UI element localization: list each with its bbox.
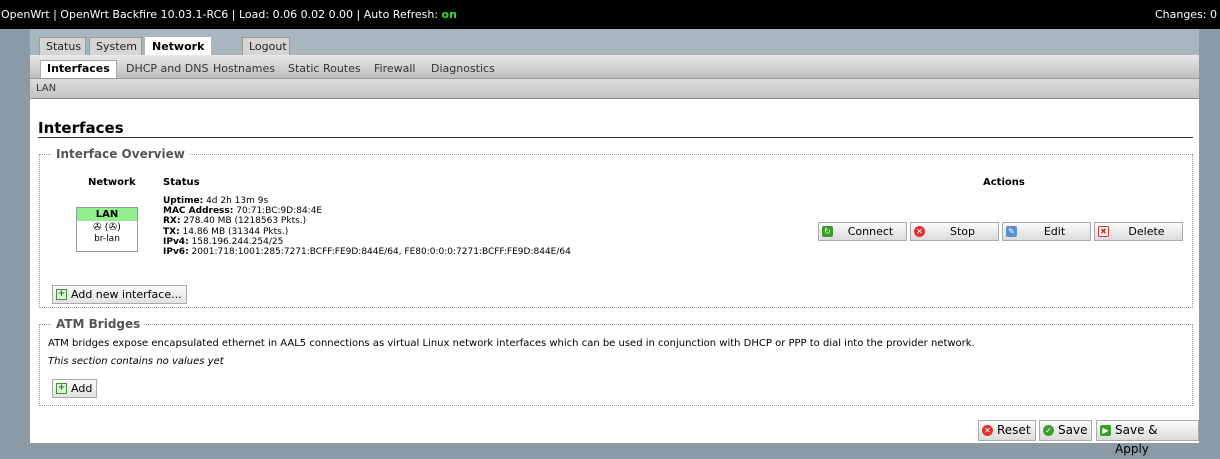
system-info-line: OpenWrt | OpenWrt Backfire 10.03.1-RC6 |… xyxy=(1,8,457,21)
status-tx: TX: 14.86 MB (31344 Pkts.) xyxy=(163,227,571,237)
subtab-dhcp-dns[interactable]: DHCP and DNS xyxy=(120,61,214,79)
network-badge-lan[interactable]: LAN ✇ (✇) br-lan xyxy=(76,207,138,252)
tab-network[interactable]: Network xyxy=(145,37,211,55)
column-header-network: Network xyxy=(88,177,136,188)
status-ipv6: IPv6: 2001:718:1001:285:7271:BCFF:FE9D:8… xyxy=(163,247,571,257)
apply-icon: ▶ xyxy=(1100,425,1111,436)
save-label: Save xyxy=(1058,423,1088,437)
atm-bridges-section: ATM Bridges ATM bridges expose encapsula… xyxy=(39,317,1193,406)
ethernet-icon: ✇ (✇) xyxy=(93,222,121,233)
stop-label: Stop xyxy=(949,225,975,238)
add-new-interface-button[interactable]: + Add new interface... xyxy=(52,285,187,304)
add-atm-bridge-button[interactable]: + Add xyxy=(52,379,98,398)
add-label: Add xyxy=(71,382,93,395)
uptime-label: Uptime: xyxy=(163,196,204,206)
reset-icon: ✕ xyxy=(982,425,993,436)
tab-status[interactable]: Status xyxy=(39,37,86,55)
network-name: LAN xyxy=(77,208,137,221)
interface-status: Uptime: 4d 2h 13m 9s MAC Address: 70:71:… xyxy=(163,196,571,257)
atm-description: ATM bridges expose encapsulated ethernet… xyxy=(48,338,975,349)
ipv6-value: 2001:718:1001:285:7271:BCFF:FE9D:844E/64… xyxy=(188,247,571,258)
save-apply-label: Save & Apply xyxy=(1115,423,1158,456)
stop-button[interactable]: ✕ Stop xyxy=(910,222,999,241)
interface-tab-lan[interactable]: LAN xyxy=(36,83,56,94)
tab-system[interactable]: System xyxy=(89,37,142,55)
section-legend: ATM Bridges xyxy=(52,317,145,331)
empty-section-note: This section contains no values yet xyxy=(48,356,224,367)
column-header-status: Status xyxy=(163,177,200,188)
connect-label: Connect xyxy=(847,225,894,238)
title-divider xyxy=(38,137,1193,138)
status-rx: RX: 278.40 MB (1218563 Pkts.) xyxy=(163,216,571,226)
edit-button[interactable]: ✎ Edit xyxy=(1002,222,1091,241)
ipv6-label: IPv6: xyxy=(163,247,189,258)
save-button[interactable]: ✓ Save xyxy=(1039,420,1093,441)
add-icon: + xyxy=(56,289,67,300)
device-name: br-lan xyxy=(94,234,120,244)
sub-tab-bar: Interfaces DHCP and DNS Hostnames Static… xyxy=(30,55,1199,79)
reset-label: Reset xyxy=(997,423,1031,437)
rx-value: 278.40 MB (1218563 Pkts.) xyxy=(180,216,307,227)
main-frame: Status System Network Logout Interfaces … xyxy=(30,29,1199,456)
delete-label: Delete xyxy=(1128,225,1165,238)
subtab-interfaces[interactable]: Interfaces xyxy=(40,60,117,78)
save-apply-button[interactable]: ▶ Save & Apply xyxy=(1096,420,1199,456)
system-info-text: OpenWrt | OpenWrt Backfire 10.03.1-RC6 |… xyxy=(1,8,442,21)
page-content: Interfaces Interface Overview Network St… xyxy=(30,99,1199,456)
interface-tab-bar: LAN xyxy=(30,79,1199,99)
ipv4-value: 158.196.244.254/25 xyxy=(188,236,284,247)
tab-logout[interactable]: Logout xyxy=(242,37,290,55)
edit-label: Edit xyxy=(1043,225,1066,238)
interface-overview-section: Interface Overview Network Status Action… xyxy=(39,147,1193,308)
auto-refresh-toggle[interactable]: on xyxy=(442,8,457,21)
mac-label: MAC Address: xyxy=(163,206,234,217)
subtab-static-routes[interactable]: Static Routes xyxy=(282,61,367,79)
rx-label: RX: xyxy=(163,216,181,227)
subtab-hostnames[interactable]: Hostnames xyxy=(207,61,281,79)
status-mac: MAC Address: 70:71:BC:9D:84:4E xyxy=(163,206,571,216)
save-check-icon: ✓ xyxy=(1043,425,1054,436)
main-tab-bar: Status System Network Logout xyxy=(30,29,1199,55)
tx-value: 14.86 MB (31344 Pkts.) xyxy=(179,226,289,237)
section-legend: Interface Overview xyxy=(52,147,189,161)
reset-button[interactable]: ✕ Reset xyxy=(978,420,1036,441)
ipv4-label: IPv4: xyxy=(163,236,189,247)
connect-button[interactable]: ↻ Connect xyxy=(818,222,907,241)
add-new-interface-label: Add new interface... xyxy=(71,288,182,301)
uptime-value: 4d 2h 13m 9s xyxy=(203,196,269,206)
tx-label: TX: xyxy=(163,226,180,237)
status-ipv4: IPv4: 158.196.244.254/25 xyxy=(163,237,571,247)
subtab-firewall[interactable]: Firewall xyxy=(368,61,421,79)
status-uptime: Uptime: 4d 2h 13m 9s xyxy=(163,196,571,206)
column-header-actions: Actions xyxy=(983,177,1025,188)
mac-value: 70:71:BC:9D:84:4E xyxy=(233,206,323,217)
subtab-diagnostics[interactable]: Diagnostics xyxy=(425,61,501,79)
page-title: Interfaces xyxy=(38,119,124,137)
delete-button[interactable]: ✖ Delete xyxy=(1094,222,1183,241)
top-status-bar: OpenWrt | OpenWrt Backfire 10.03.1-RC6 |… xyxy=(0,0,1220,29)
changes-counter[interactable]: Changes: 0 xyxy=(1155,8,1217,21)
add-icon: + xyxy=(56,383,67,394)
